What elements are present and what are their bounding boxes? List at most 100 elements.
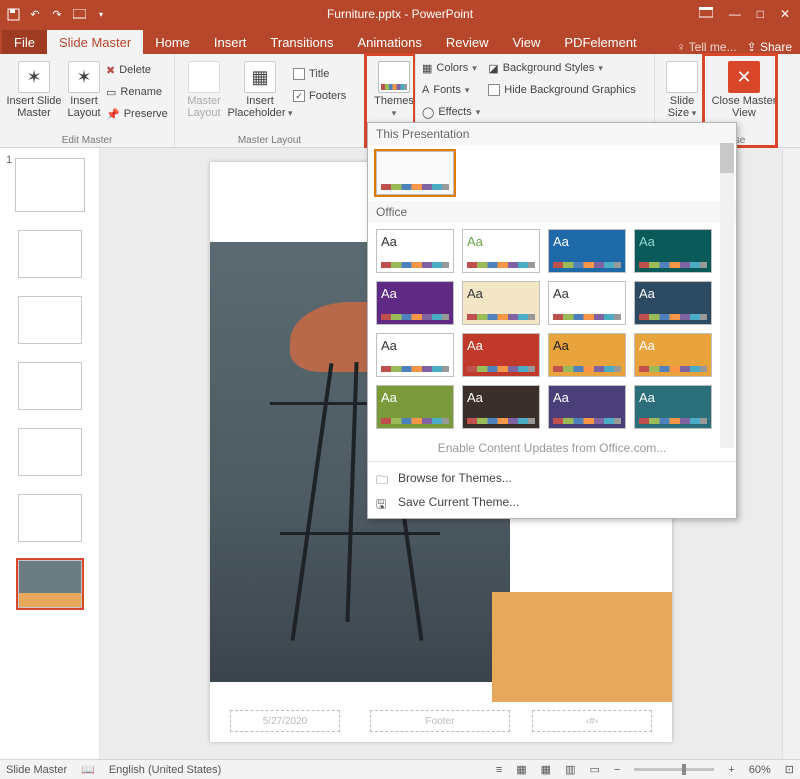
themes-button[interactable]: Themes <box>371 57 417 119</box>
preserve-icon: 📌 <box>106 108 120 121</box>
theme-office-9[interactable]: Aa <box>462 333 540 377</box>
thumb-layout-4[interactable] <box>18 428 82 476</box>
tab-insert[interactable]: Insert <box>202 30 259 54</box>
editor-scrollbar[interactable] <box>782 148 800 759</box>
theme-office-3[interactable]: Aa <box>634 229 712 273</box>
undo-icon[interactable]: ↶ <box>28 7 42 21</box>
share-button[interactable]: ⇪ Share <box>747 40 792 54</box>
theme-office-5[interactable]: Aa <box>462 281 540 325</box>
slide-accent-block <box>492 592 672 702</box>
effects-icon: ◯ <box>422 106 434 119</box>
insert-placeholder-button[interactable]: ▦ Insert Placeholder <box>227 57 293 119</box>
view-normal-icon[interactable]: ▦ <box>516 763 526 776</box>
thumb-layout-6[interactable] <box>18 560 82 608</box>
title-checkbox[interactable]: Title <box>293 63 346 85</box>
zoom-level[interactable]: 60% <box>749 764 771 776</box>
status-language[interactable]: English (United States) <box>109 764 222 776</box>
theme-office-13[interactable]: Aa <box>462 385 540 429</box>
fonts-icon: A <box>422 84 429 96</box>
ribbon-options-icon[interactable] <box>699 7 713 21</box>
dd-heading-this-presentation: This Presentation <box>368 123 736 145</box>
delete-icon: ✖ <box>106 64 115 77</box>
theme-office-4[interactable]: Aa <box>376 281 454 325</box>
status-bar: Slide Master 📖 English (United States) ≡… <box>0 759 800 779</box>
enable-content-updates-link[interactable]: Enable Content Updates from Office.com..… <box>368 435 736 461</box>
redo-icon[interactable]: ↷ <box>50 7 64 21</box>
theme-office-7[interactable]: Aa <box>634 281 712 325</box>
thumb-master[interactable] <box>15 158 85 212</box>
theme-office-8[interactable]: Aa <box>376 333 454 377</box>
date-placeholder[interactable]: 5/27/2020 <box>230 710 340 732</box>
tab-file[interactable]: File <box>2 30 47 54</box>
tab-review[interactable]: Review <box>434 30 501 54</box>
close-master-view-button[interactable]: ✕ Close Master View <box>709 57 779 119</box>
fit-to-window-icon[interactable]: ⊡ <box>785 763 794 776</box>
master-number: 1 <box>6 154 12 166</box>
minimize-icon[interactable]: — <box>729 7 741 21</box>
tab-transitions[interactable]: Transitions <box>258 30 345 54</box>
background-styles-button[interactable]: ◪ Background Styles <box>488 57 635 79</box>
theme-office-15[interactable]: Aa <box>634 385 712 429</box>
slide-thumbnails-panel[interactable]: 1 <box>0 148 100 759</box>
tab-view[interactable]: View <box>500 30 552 54</box>
master-layout-button: Master Layout <box>181 57 227 119</box>
insert-slide-master-button[interactable]: ✶ Insert Slide Master <box>6 57 62 125</box>
tell-me[interactable]: ♀ Tell me... <box>676 40 736 54</box>
thumb-layout-2[interactable] <box>18 296 82 344</box>
theme-office-2[interactable]: Aa <box>548 229 626 273</box>
save-icon[interactable] <box>6 7 20 21</box>
view-reading-icon[interactable]: ▥ <box>565 763 575 776</box>
maximize-icon[interactable]: □ <box>757 7 764 21</box>
themes-dropdown-scrollbar[interactable] <box>720 143 734 448</box>
view-slideshow-icon[interactable]: ▭ <box>589 763 599 776</box>
dd-heading-office: Office <box>368 201 736 223</box>
tab-animations[interactable]: Animations <box>346 30 434 54</box>
delete-button[interactable]: ✖ Delete <box>106 59 168 81</box>
thumb-layout-3[interactable] <box>18 362 82 410</box>
folder-icon: 🗀 <box>376 471 388 492</box>
themes-dropdown: This Presentation Aa Office AaAaAaAaAaAa… <box>367 122 737 519</box>
hide-bg-checkbox[interactable]: Hide Background Graphics <box>488 79 635 101</box>
qat-more-icon[interactable]: ▾ <box>94 7 108 21</box>
group-label-master-layout: Master Layout <box>175 135 364 146</box>
colors-button[interactable]: ▦ Colors <box>422 57 480 79</box>
group-label-edit-master: Edit Master <box>0 135 174 146</box>
theme-office-0[interactable]: Aa <box>376 229 454 273</box>
rename-button[interactable]: ▭ Rename <box>106 81 168 103</box>
theme-office-14[interactable]: Aa <box>548 385 626 429</box>
close-icon[interactable]: ✕ <box>780 7 790 21</box>
footers-checkbox[interactable]: Footers <box>293 85 346 107</box>
spellcheck-icon[interactable]: 📖 <box>81 763 95 776</box>
browse-themes-link[interactable]: 🗀Browse for Themes... <box>368 466 736 490</box>
effects-button[interactable]: ◯ Effects <box>422 101 480 123</box>
zoom-out-icon[interactable]: − <box>614 764 620 776</box>
bg-styles-icon: ◪ <box>488 62 498 75</box>
zoom-slider[interactable] <box>634 768 714 771</box>
theme-office-12[interactable]: Aa <box>376 385 454 429</box>
rename-icon: ▭ <box>106 86 116 99</box>
zoom-in-icon[interactable]: + <box>728 764 734 776</box>
title-bar: ↶ ↷ ▾ Furniture.pptx - PowerPoint — □ ✕ <box>0 0 800 28</box>
save-current-theme-link[interactable]: 🖫Save Current Theme... <box>368 490 736 514</box>
notes-button[interactable]: ≡ <box>496 764 502 776</box>
footer-placeholder[interactable]: Footer <box>370 710 510 732</box>
slide-size-button[interactable]: Slide Size <box>661 57 703 119</box>
theme-office-11[interactable]: Aa <box>634 333 712 377</box>
theme-current[interactable]: Aa <box>376 151 454 195</box>
view-sorter-icon[interactable]: ▦ <box>541 763 551 776</box>
tab-slide-master[interactable]: Slide Master <box>47 30 143 54</box>
theme-office-10[interactable]: Aa <box>548 333 626 377</box>
theme-office-1[interactable]: Aa <box>462 229 540 273</box>
slide-number-placeholder[interactable]: ‹#› <box>532 710 652 732</box>
start-slideshow-icon[interactable] <box>72 7 86 21</box>
fonts-button[interactable]: A Fonts <box>422 79 480 101</box>
theme-office-6[interactable]: Aa <box>548 281 626 325</box>
tab-pdfelement[interactable]: PDFelement <box>552 30 648 54</box>
tab-home[interactable]: Home <box>143 30 202 54</box>
colors-icon: ▦ <box>422 62 432 75</box>
window-title: Furniture.pptx - PowerPoint <box>327 7 473 21</box>
preserve-button[interactable]: 📌 Preserve <box>106 103 168 125</box>
thumb-layout-1[interactable] <box>18 230 82 278</box>
thumb-layout-5[interactable] <box>18 494 82 542</box>
insert-layout-button[interactable]: ✶ Insert Layout <box>62 57 106 125</box>
